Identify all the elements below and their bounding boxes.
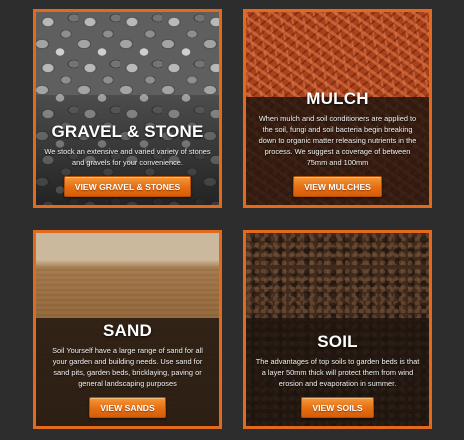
card-description: When mulch and soil conditioners are app… (258, 114, 417, 167)
card-soil[interactable]: SOIL The advantages of top soils to gard… (243, 230, 432, 429)
card-content: GRAVEL & STONE We stock an extensive and… (36, 122, 219, 205)
view-soils-button[interactable]: VIEW SOILS (301, 397, 374, 418)
card-sand[interactable]: SAND Soil Yourself have a large range of… (33, 230, 222, 429)
view-sands-button[interactable]: VIEW SANDS (89, 397, 166, 418)
card-title: MULCH (306, 89, 369, 108)
card-title: SOIL (317, 332, 358, 351)
card-content: SOIL The advantages of top soils to gard… (246, 332, 429, 426)
card-description: Soil Yourself have a large range of sand… (52, 346, 203, 388)
product-category-grid: GRAVEL & STONE We stock an extensive and… (0, 0, 464, 440)
card-title: GRAVEL & STONE (51, 122, 204, 141)
view-gravel-stones-button[interactable]: VIEW GRAVEL & STONES (63, 176, 192, 197)
card-description: We stock an extensive and varied variety… (44, 147, 211, 167)
card-gravel-stone[interactable]: GRAVEL & STONE We stock an extensive and… (33, 9, 222, 208)
card-content: SAND Soil Yourself have a large range of… (36, 321, 219, 426)
card-mulch[interactable]: MULCH When mulch and soil conditioners a… (243, 9, 432, 208)
card-title: SAND (103, 321, 152, 340)
view-mulches-button[interactable]: VIEW MULCHES (293, 176, 382, 197)
card-description: The advantages of top soils to garden be… (255, 357, 420, 388)
card-content: MULCH When mulch and soil conditioners a… (246, 89, 429, 205)
